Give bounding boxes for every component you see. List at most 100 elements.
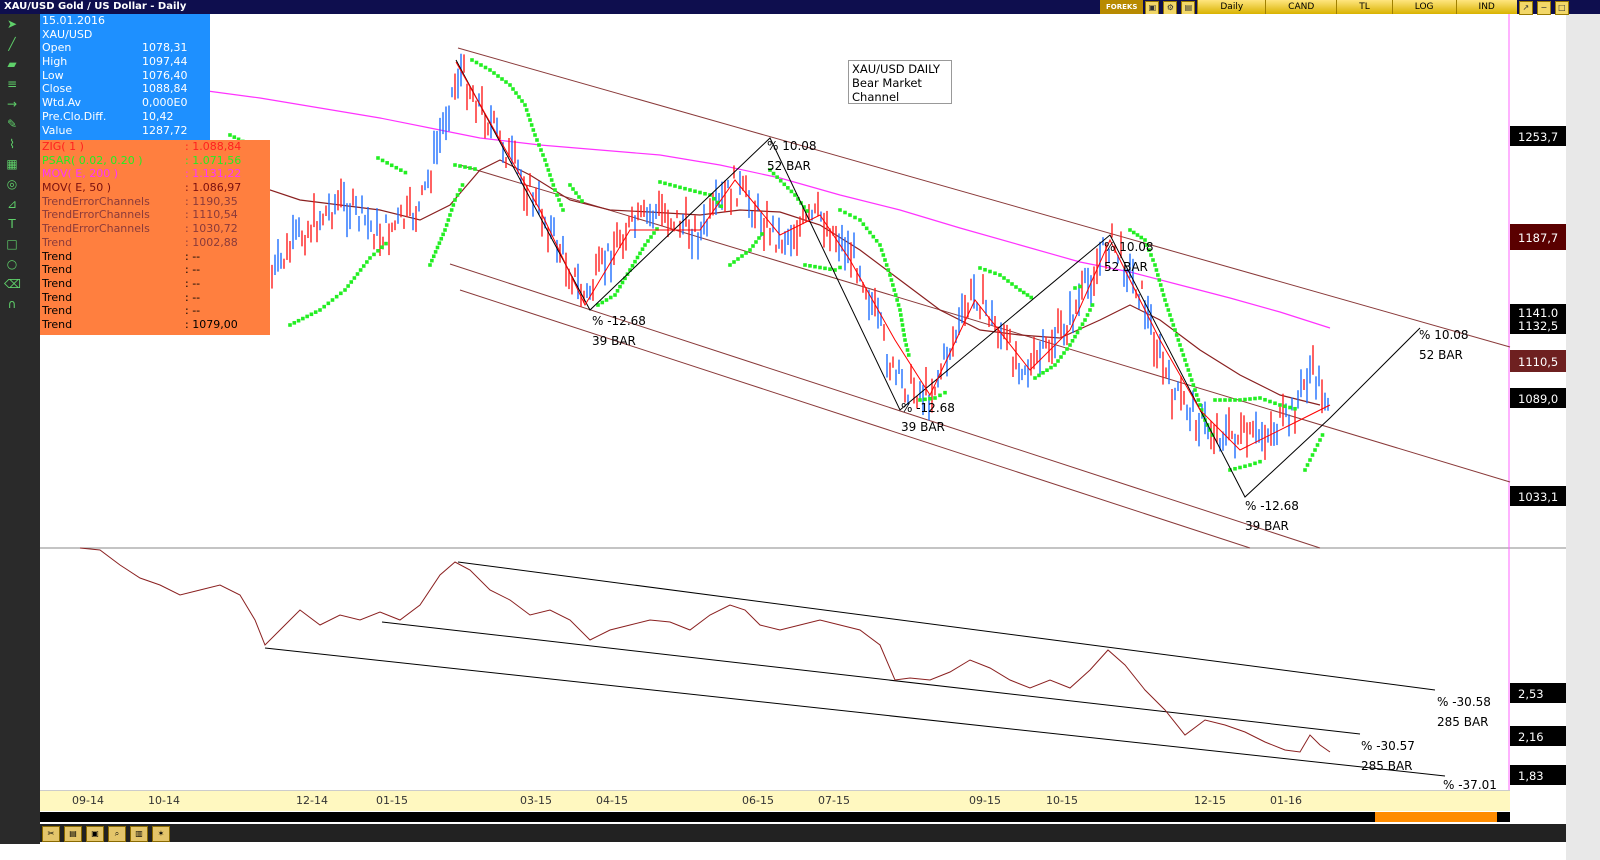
psar-dot <box>933 396 937 400</box>
psar-dot <box>305 314 309 319</box>
x-axis-label: 12-15 <box>1194 794 1226 807</box>
indicator-row-value: : 1190,35 <box>185 194 238 208</box>
minimize-icon[interactable]: − <box>1536 1 1551 15</box>
psar-dot <box>868 230 872 235</box>
psar-dot <box>1248 397 1252 401</box>
psar-dot <box>431 254 436 259</box>
eraser-tool-icon[interactable]: ⌫ <box>4 276 21 292</box>
x-axis-label: 04-15 <box>596 794 628 807</box>
paste-icon[interactable]: ▥ <box>130 826 148 842</box>
psar-dot <box>1189 378 1194 382</box>
time-axis: 09-14 10-14 12-14 01-15 03-15 04-15 06-15 07-15… <box>40 790 1510 811</box>
psar-dot <box>878 243 882 247</box>
cursor-icon[interactable]: ➤ <box>4 16 20 32</box>
psar-dot <box>1273 401 1277 406</box>
fib-tool-icon[interactable]: ≡ <box>4 76 20 92</box>
chart-area[interactable]: % 10.08 52 BAR % -12.68 39 BAR % -12.68 … <box>40 14 1566 824</box>
psar-dot <box>514 91 518 95</box>
psar-dot <box>533 133 537 137</box>
psar-dot <box>998 273 1002 277</box>
psar-dot <box>600 300 605 305</box>
indicator-row: Trend: -- <box>40 250 270 264</box>
print-icon[interactable]: ▣ <box>1145 1 1160 15</box>
psar-dot <box>380 158 385 163</box>
psar-dot <box>1173 328 1177 332</box>
window-title: XAU/USD Gold / US Dollar - Daily <box>4 1 187 12</box>
pencil-tool-icon[interactable]: ✎ <box>4 116 20 132</box>
psar-dot <box>1166 308 1171 312</box>
psar-dot <box>1131 230 1136 235</box>
daily-button[interactable]: Daily <box>1197 0 1266 14</box>
psar-dot <box>296 318 301 323</box>
psar-dot <box>703 191 707 196</box>
psar-dot <box>1168 313 1172 317</box>
maximize-icon[interactable]: □ <box>1554 1 1569 15</box>
candle-button[interactable]: CAND <box>1265 0 1337 14</box>
psar-dot <box>1310 453 1315 457</box>
ellipse-tool-icon[interactable]: ○ <box>4 256 20 272</box>
axis-1089: 1089,0 <box>1518 392 1558 406</box>
psar-dot <box>902 333 906 337</box>
psar-dot <box>1253 461 1257 466</box>
grid-tool-icon[interactable]: ▦ <box>4 156 20 172</box>
open-icon[interactable]: ▤ <box>64 826 82 842</box>
psar-dot <box>1070 339 1075 343</box>
psar-dot <box>905 348 910 352</box>
psar-dot <box>1041 371 1045 375</box>
x-axis-label: 01-15 <box>376 794 408 807</box>
psar-dot <box>346 284 350 288</box>
psar-dot <box>483 65 488 70</box>
text-tool-icon[interactable]: T <box>4 216 20 232</box>
gann-tool-icon[interactable]: ⊿ <box>4 196 20 212</box>
psar-dot <box>1160 288 1164 292</box>
psar-dot <box>1037 373 1041 378</box>
chart-note[interactable]: XAU/USD DAILY Bear Market Channel <box>848 60 952 104</box>
psar-dot <box>443 228 447 232</box>
indicator-row-label: Trend <box>42 304 73 318</box>
zoom-icon[interactable]: ⌕ <box>108 826 126 842</box>
psar-dot <box>1174 333 1179 337</box>
psar-dot <box>526 113 531 117</box>
info-symbol: XAU/USD <box>42 27 93 41</box>
layout-icon[interactable]: ▤ <box>1181 1 1196 15</box>
cycle-tool-icon[interactable]: ◎ <box>4 176 20 192</box>
psar-dot <box>301 316 305 321</box>
settings-icon[interactable]: ⚙ <box>1163 1 1178 15</box>
psar-dot <box>537 143 541 147</box>
psar-dot <box>1181 353 1186 357</box>
psar-dot <box>559 203 563 207</box>
rect-tool-icon[interactable]: □ <box>4 236 20 252</box>
psar-dot <box>871 234 876 239</box>
psar-dot <box>1186 368 1191 372</box>
psar-dot <box>355 272 360 276</box>
line-tool-icon[interactable]: ╱ <box>4 36 20 52</box>
scrollbar-track[interactable] <box>40 812 1510 822</box>
scrollbar-thumb[interactable] <box>1375 812 1497 822</box>
psar-dot <box>1313 448 1317 452</box>
pin-icon[interactable]: ↗ <box>1518 1 1533 15</box>
zigzag-tool-icon[interactable]: ⌇ <box>4 136 20 152</box>
psar-dot <box>1196 398 1201 402</box>
magnet-tool-icon[interactable]: ∩ <box>4 296 20 312</box>
psar-dot <box>496 74 500 78</box>
channel-tool-icon[interactable]: ▰ <box>4 56 20 72</box>
arrow-tool-icon[interactable]: → <box>4 96 20 112</box>
psar-dot <box>504 80 508 84</box>
psar-dot <box>376 249 380 253</box>
psar-dot <box>1253 396 1257 401</box>
psar-dot <box>1080 322 1085 326</box>
save-icon[interactable]: ▣ <box>86 826 104 842</box>
tools-icon[interactable]: ✂ <box>42 826 60 842</box>
trendline-button[interactable]: TL <box>1336 0 1392 14</box>
indicator-button[interactable]: IND <box>1455 0 1517 14</box>
log-button[interactable]: LOG <box>1391 0 1456 14</box>
psar-dot <box>643 243 647 247</box>
psar-dot <box>488 68 492 72</box>
psar-dot <box>892 288 897 292</box>
psar-dot <box>453 198 457 202</box>
psar-dot <box>549 178 554 182</box>
indicator-row-value: : -- <box>185 290 201 304</box>
psar-dot <box>1288 405 1292 410</box>
star-icon[interactable]: ✶ <box>152 826 170 842</box>
psar-dot <box>736 257 740 261</box>
